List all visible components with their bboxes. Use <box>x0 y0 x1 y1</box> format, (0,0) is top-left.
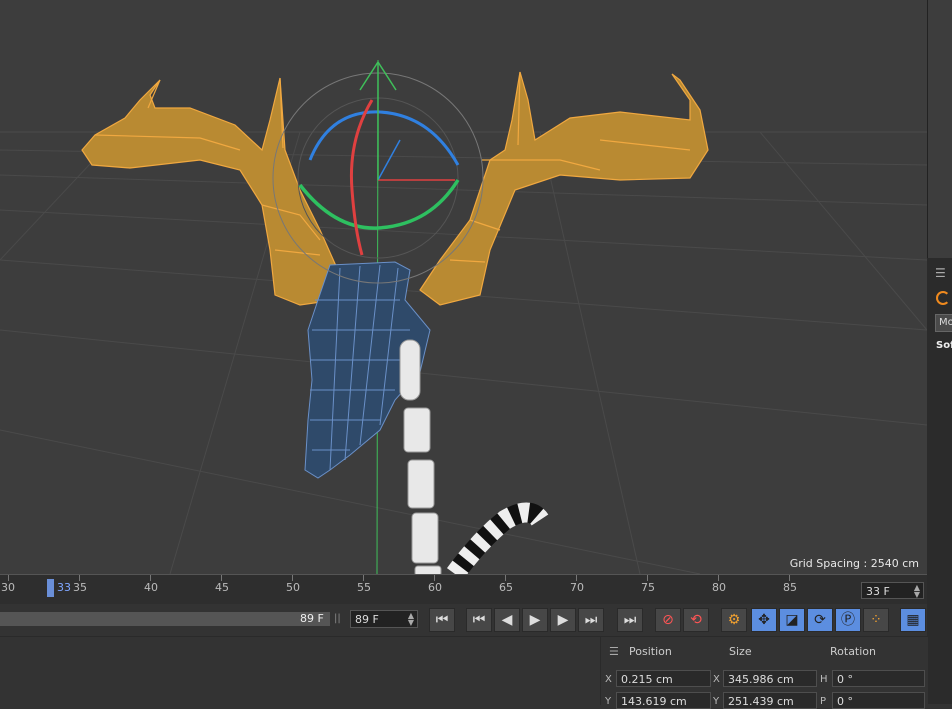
size-x-field[interactable]: 345.986 cm <box>723 670 817 687</box>
left-antler[interactable] <box>81 77 341 306</box>
floor-grid <box>0 131 927 574</box>
rotation-header: Rotation <box>830 645 877 658</box>
goto-end-button[interactable]: ⏭ <box>617 608 643 632</box>
spinner-icon[interactable]: ▲ ▼ <box>914 584 920 599</box>
object-icon <box>936 291 950 305</box>
material-panel <box>0 636 600 705</box>
scale-key-button[interactable]: ◪ <box>779 608 805 632</box>
prev-frame-button[interactable]: ◀ <box>494 608 520 632</box>
mode-tab[interactable]: Mo <box>935 314 952 332</box>
size-y-field[interactable]: 251.439 cm <box>723 692 817 709</box>
position-y-field[interactable]: 143.619 cm <box>616 692 711 709</box>
tick-label: 55 <box>357 581 371 594</box>
current-frame-field[interactable]: 33 F ▲ ▼ <box>861 582 924 599</box>
rotate-key-button[interactable]: ⟳ <box>807 608 833 632</box>
rotation-p-field[interactable]: 0 ° <box>832 692 925 709</box>
axis-label: H <box>820 674 828 685</box>
autokey-button[interactable]: ⟲ <box>683 608 709 632</box>
transport-bar: 89 F || 89 F ▲ ▼ ⏮ ⏮ ◀ ▶ ▶ ⏭ ⏭ ⊘ ⟲ ⚙ ✥ ◪ ⟳… <box>0 604 927 636</box>
tick-label: 40 <box>144 581 158 594</box>
panel-handle-icon[interactable]: ☰ <box>935 266 946 280</box>
position-header: Position <box>629 645 672 658</box>
timeline-window-button[interactable]: ▦ <box>900 608 926 632</box>
preview-range-slider[interactable] <box>0 612 330 626</box>
panel-handle-icon[interactable]: ☰ <box>609 645 619 658</box>
axis-label: Y <box>605 696 612 707</box>
right-antler[interactable] <box>419 71 709 306</box>
axis-label: X <box>713 674 720 685</box>
goto-start-button[interactable]: ⏮ <box>429 608 455 632</box>
tick-label: 65 <box>499 581 513 594</box>
keyframe-settings-button[interactable]: ⚙ <box>721 608 747 632</box>
axis-label: P <box>820 696 827 707</box>
current-frame-value: 33 F <box>866 585 890 598</box>
record-button[interactable]: ⊘ <box>655 608 681 632</box>
tick-label: 85 <box>783 581 797 594</box>
range-grip-icon[interactable]: || <box>334 612 341 626</box>
axis-label: Y <box>713 696 720 707</box>
tick-label: 30 <box>1 581 15 594</box>
panel-label: Sof <box>936 340 952 351</box>
coordinates-panel: ☰ Position Size Rotation X 0.215 cm X 34… <box>600 636 928 709</box>
viewport-scene <box>0 59 927 575</box>
tail-chain[interactable] <box>446 502 549 575</box>
axis-label: X <box>605 674 612 685</box>
spine-bones[interactable] <box>399 339 442 574</box>
timeline-ruler[interactable]: 30 35 40 45 50 55 60 65 70 75 80 85 33 3… <box>0 574 927 605</box>
next-frame-button[interactable]: ▶ <box>550 608 576 632</box>
tick-label: 50 <box>286 581 300 594</box>
tick-label: 75 <box>641 581 655 594</box>
rotation-h-field[interactable]: 0 ° <box>832 670 925 687</box>
move-key-button[interactable]: ✥ <box>751 608 777 632</box>
grid-spacing-label: Grid Spacing : 2540 cm <box>789 557 919 570</box>
position-x-field[interactable]: 0.215 cm <box>616 670 711 687</box>
param-key-button[interactable]: Ⓟ <box>835 608 861 632</box>
right-top-panel <box>927 0 952 258</box>
tick-label: 60 <box>428 581 442 594</box>
3d-viewport[interactable]: Grid Spacing : 2540 cm <box>0 0 927 574</box>
tick-label: 70 <box>570 581 584 594</box>
tick-label: 35 <box>73 581 87 594</box>
prev-key-button[interactable]: ⏮ <box>466 608 492 632</box>
playhead-frame-label: 33 <box>57 581 71 594</box>
playhead-marker[interactable] <box>47 579 54 597</box>
right-side-panel: ☰ Mo Sof <box>927 0 952 704</box>
max-frame-value: 89 F <box>355 613 379 626</box>
play-button[interactable]: ▶ <box>522 608 548 632</box>
tick-label: 45 <box>215 581 229 594</box>
range-end-label: 89 F <box>300 612 324 625</box>
spinner-icon[interactable]: ▲ ▼ <box>408 612 414 627</box>
next-key-button[interactable]: ⏭ <box>578 608 604 632</box>
max-frame-field[interactable]: 89 F ▲ ▼ <box>350 610 418 628</box>
pla-key-button[interactable]: ⁘ <box>863 608 889 632</box>
tick-label: 80 <box>712 581 726 594</box>
size-header: Size <box>729 645 752 658</box>
